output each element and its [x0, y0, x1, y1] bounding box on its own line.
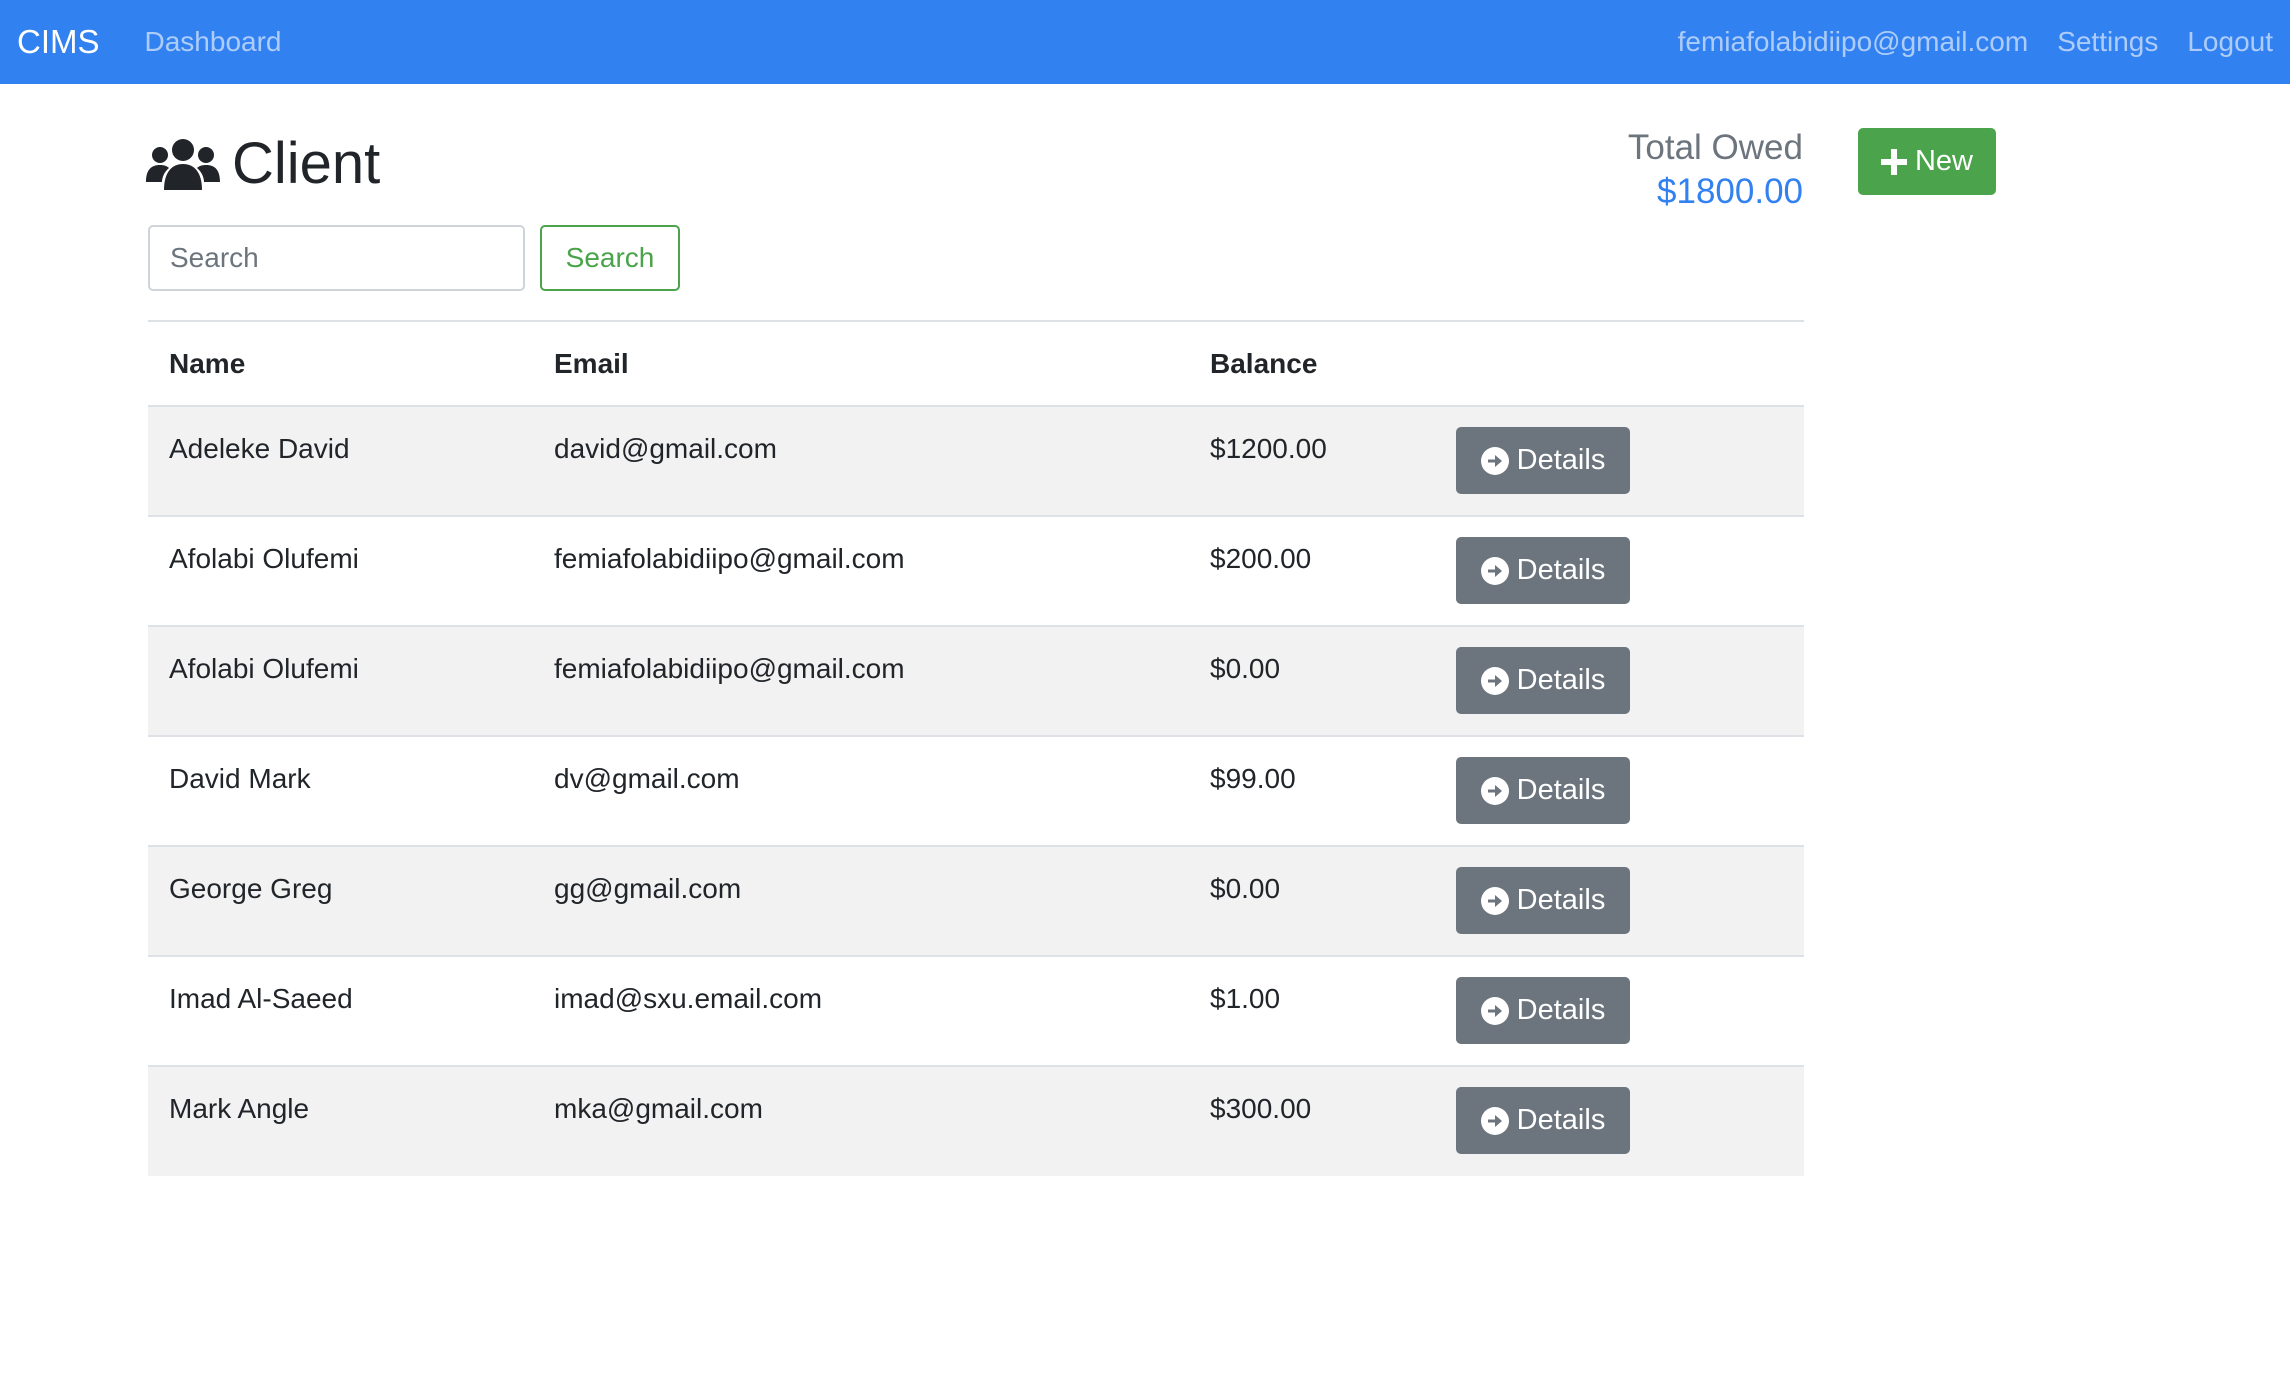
cell-actions: Details — [1456, 845, 1804, 956]
cell-name: Adeleke David — [148, 406, 533, 516]
cell-name: George Greg — [148, 845, 533, 956]
nav-settings-link[interactable]: Settings — [2057, 26, 2158, 58]
clients-table: Name Email Balance Adeleke David david@g… — [148, 320, 1804, 1176]
arrow-circle-right-icon — [1480, 1106, 1509, 1135]
cell-email: femiafolabidiipo@gmail.com — [533, 625, 1189, 736]
details-button[interactable]: Details — [1456, 757, 1630, 824]
nav-right: femiafolabidiipo@gmail.com Settings Logo… — [1678, 26, 2273, 58]
cell-balance: $0.00 — [1189, 845, 1456, 956]
details-button[interactable]: Details — [1456, 537, 1630, 604]
page-title: Client — [146, 128, 380, 198]
cell-email: dv@gmail.com — [533, 735, 1189, 846]
page-title-text: Client — [232, 130, 381, 196]
cell-email: femiafolabidiipo@gmail.com — [533, 515, 1189, 626]
cell-email: mka@gmail.com — [533, 1065, 1189, 1176]
cell-balance: $200.00 — [1189, 515, 1456, 626]
cell-balance: $1.00 — [1189, 955, 1456, 1066]
arrow-circle-right-icon — [1480, 886, 1509, 915]
details-button[interactable]: Details — [1456, 647, 1630, 714]
details-button-label: Details — [1516, 884, 1606, 916]
cell-name: David Mark — [148, 735, 533, 846]
new-button-label: New — [1914, 145, 1973, 177]
arrow-circle-right-icon — [1480, 996, 1509, 1025]
details-button-label: Details — [1516, 444, 1606, 476]
arrow-circle-right-icon — [1480, 446, 1509, 475]
arrow-circle-right-icon — [1480, 556, 1509, 585]
table-body: Adeleke David david@gmail.com $1200.00 D… — [148, 406, 1804, 1176]
nav-logout-link[interactable]: Logout — [2187, 26, 2273, 58]
table-row: Mark Angle mka@gmail.com $300.00 Details — [148, 1065, 1804, 1176]
cell-balance: $99.00 — [1189, 735, 1456, 846]
cell-actions: Details — [1456, 515, 1804, 626]
cell-name: Afolabi Olufemi — [148, 515, 533, 626]
table-row: Afolabi Olufemi femiafolabidiipo@gmail.c… — [148, 625, 1804, 736]
cell-actions: Details — [1456, 955, 1804, 1066]
table-row: George Greg gg@gmail.com $0.00 Details — [148, 845, 1804, 956]
table-row: Adeleke David david@gmail.com $1200.00 D… — [148, 406, 1804, 516]
nav-user-email-link[interactable]: femiafolabidiipo@gmail.com — [1678, 26, 2029, 58]
cell-name: Imad Al-Saeed — [148, 955, 533, 1066]
table-row: David Mark dv@gmail.com $99.00 Details — [148, 735, 1804, 846]
total-owed: Total Owed $1800.00 — [1628, 126, 1803, 214]
cell-actions: Details — [1456, 625, 1804, 736]
brand-link[interactable]: CIMS — [17, 23, 100, 61]
table-row: Imad Al-Saeed imad@sxu.email.com $1.00 D… — [148, 955, 1804, 1066]
arrow-circle-right-icon — [1480, 776, 1509, 805]
new-client-button[interactable]: New — [1858, 128, 1996, 195]
total-owed-value: $1800.00 — [1657, 172, 1803, 211]
cell-actions: Details — [1456, 735, 1804, 846]
cell-balance: $1200.00 — [1189, 406, 1456, 516]
column-header-email: Email — [533, 320, 1189, 407]
cell-balance: $0.00 — [1189, 625, 1456, 736]
details-button-label: Details — [1516, 554, 1606, 586]
details-button[interactable]: Details — [1456, 1087, 1630, 1154]
table-header: Name Email Balance — [148, 320, 1804, 407]
cell-balance: $300.00 — [1189, 1065, 1456, 1176]
search-input[interactable] — [148, 225, 525, 291]
details-button-label: Details — [1516, 774, 1606, 806]
column-header-balance: Balance — [1189, 320, 1456, 407]
details-button-label: Details — [1516, 994, 1606, 1026]
table-header-row: Name Email Balance — [148, 320, 1804, 407]
details-button-label: Details — [1516, 1104, 1606, 1136]
column-header-name: Name — [148, 320, 533, 407]
nav-dashboard-link[interactable]: Dashboard — [145, 26, 282, 58]
table-row: Afolabi Olufemi femiafolabidiipo@gmail.c… — [148, 515, 1804, 626]
details-button-label: Details — [1516, 664, 1606, 696]
details-button[interactable]: Details — [1456, 977, 1630, 1044]
cell-actions: Details — [1456, 1065, 1804, 1176]
cell-email: david@gmail.com — [533, 406, 1189, 516]
search-button[interactable]: Search — [540, 225, 680, 291]
users-icon — [146, 139, 220, 190]
column-header-actions — [1456, 320, 1804, 407]
cell-name: Mark Angle — [148, 1065, 533, 1176]
arrow-circle-right-icon — [1480, 666, 1509, 695]
cell-actions: Details — [1456, 406, 1804, 516]
cell-email: gg@gmail.com — [533, 845, 1189, 956]
cell-email: imad@sxu.email.com — [533, 955, 1189, 1066]
total-owed-label: Total Owed — [1627, 128, 1803, 167]
details-button[interactable]: Details — [1456, 867, 1630, 934]
navbar: CIMS Dashboard femiafolabidiipo@gmail.co… — [0, 0, 2290, 84]
cell-name: Afolabi Olufemi — [148, 625, 533, 736]
plus-icon — [1880, 148, 1907, 175]
details-button[interactable]: Details — [1456, 427, 1630, 494]
